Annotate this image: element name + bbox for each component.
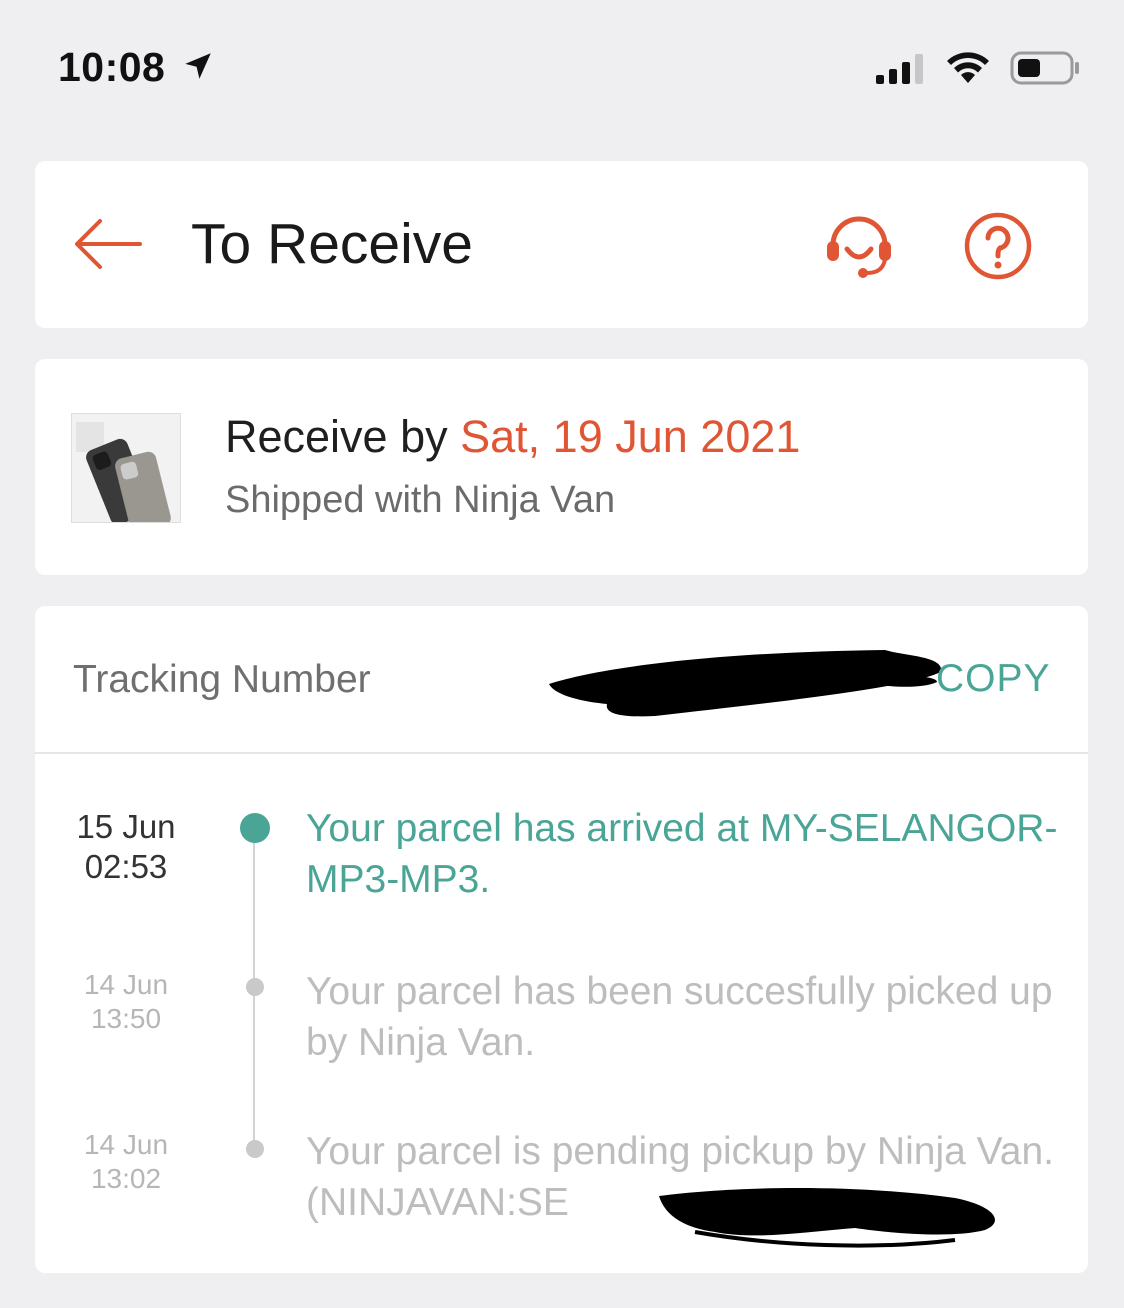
back-arrow-icon bbox=[75, 219, 142, 269]
status-time-text: 10:08 bbox=[58, 44, 166, 90]
tracking-number-label: Tracking Number bbox=[73, 658, 371, 701]
tracking-number-redacted bbox=[545, 644, 945, 724]
event-date: 14 Jun bbox=[83, 969, 169, 1000]
timeline-dot-active bbox=[240, 813, 270, 843]
signal-icon bbox=[876, 54, 923, 84]
status-icons bbox=[874, 50, 1082, 86]
event-time: 13:50 bbox=[90, 1003, 162, 1035]
receive-by-prefix: Receive by bbox=[225, 411, 448, 462]
event-datetime: 15 Jun 02:53 bbox=[71, 807, 181, 888]
shipped-with-text: Shipped with Ninja Van bbox=[225, 479, 616, 521]
event-date: 15 Jun bbox=[76, 808, 176, 845]
product-thumbnail bbox=[71, 413, 181, 523]
event-description: Your parcel has arrived at MY-SELANGOR-M… bbox=[306, 807, 1058, 902]
event-description: Your parcel has been succesfully picked … bbox=[306, 970, 1053, 1065]
customer-support-button[interactable] bbox=[823, 211, 895, 283]
wifi-icon bbox=[947, 52, 989, 83]
location-arrow-icon bbox=[185, 53, 212, 79]
receive-by-line: Receive by Sat, 19 Jun 2021 bbox=[225, 411, 800, 463]
help-icon bbox=[964, 212, 1032, 280]
header-bar: To Receive bbox=[35, 161, 1088, 328]
receive-date: Sat, 19 Jun 2021 bbox=[460, 411, 801, 462]
page-title: To Receive bbox=[191, 212, 473, 276]
headset-icon bbox=[827, 216, 891, 278]
help-button[interactable] bbox=[962, 210, 1034, 282]
back-button[interactable] bbox=[73, 209, 143, 279]
battery-icon bbox=[1010, 51, 1079, 85]
timeline-dot bbox=[246, 978, 264, 996]
copy-button[interactable]: COPY bbox=[936, 657, 1051, 701]
event-date: 14 Jun bbox=[83, 1129, 169, 1160]
delivery-info-card[interactable]: Receive by Sat, 19 Jun 2021 Shipped with… bbox=[35, 359, 1088, 575]
event-datetime: 14 Jun 13:02 bbox=[71, 1128, 181, 1196]
redaction-scribble bbox=[659, 1188, 995, 1248]
tracking-card: Tracking Number COPY 15 Jun 02:53 Your p… bbox=[35, 606, 1088, 1273]
divider bbox=[35, 752, 1088, 754]
status-bar: 10:08 bbox=[0, 0, 1124, 135]
status-time: 10:08 bbox=[58, 44, 215, 91]
event-time: 13:02 bbox=[90, 1163, 162, 1195]
event-datetime: 14 Jun 13:50 bbox=[71, 968, 181, 1036]
timeline-dot bbox=[246, 1140, 264, 1158]
event-time: 02:53 bbox=[84, 848, 168, 886]
